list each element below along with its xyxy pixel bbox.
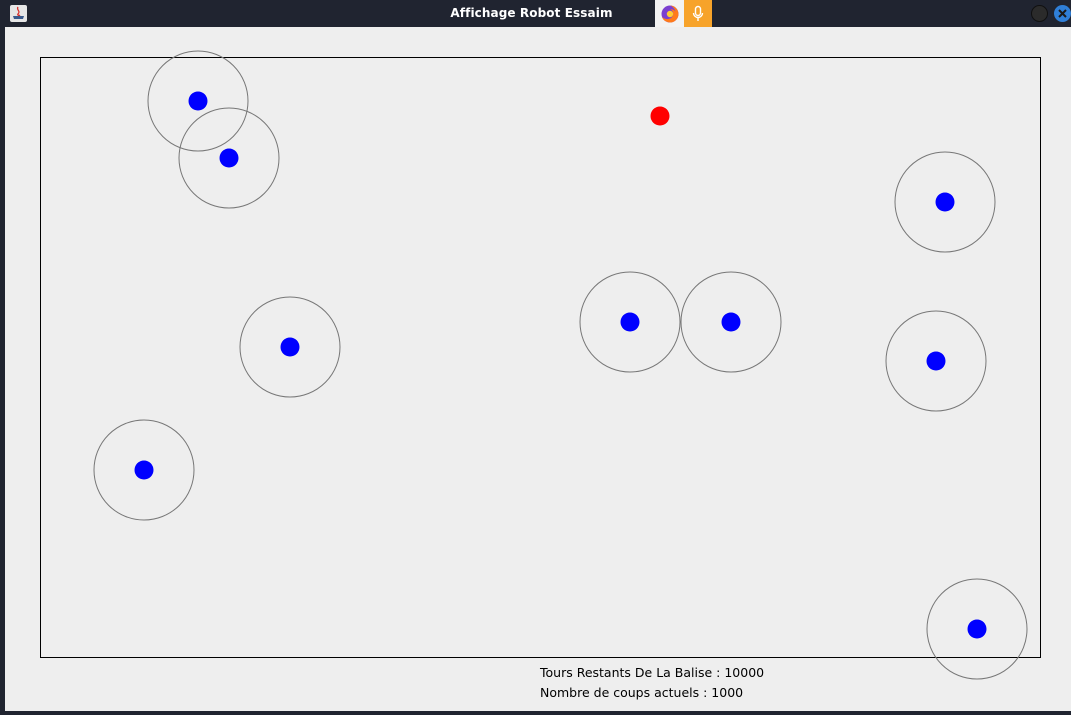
tray-area <box>655 0 712 27</box>
title-bar[interactable]: Affichage Robot Essaim <box>0 0 1071 27</box>
close-icon <box>1058 9 1067 18</box>
app-window: Affichage Robot Essaim Tours Restants De… <box>0 0 1071 715</box>
simulation-field <box>40 57 1041 658</box>
window-title: Affichage Robot Essaim <box>450 6 613 20</box>
moves-count-status: Nombre de coups actuels : 1000 <box>540 685 744 700</box>
beacon-turns-status: Tours Restants De La Balise : 10000 <box>540 665 765 680</box>
minimize-button[interactable] <box>1031 5 1048 22</box>
firefox-icon[interactable] <box>655 0 684 27</box>
close-button[interactable] <box>1054 5 1071 22</box>
microphone-icon[interactable] <box>684 0 712 27</box>
